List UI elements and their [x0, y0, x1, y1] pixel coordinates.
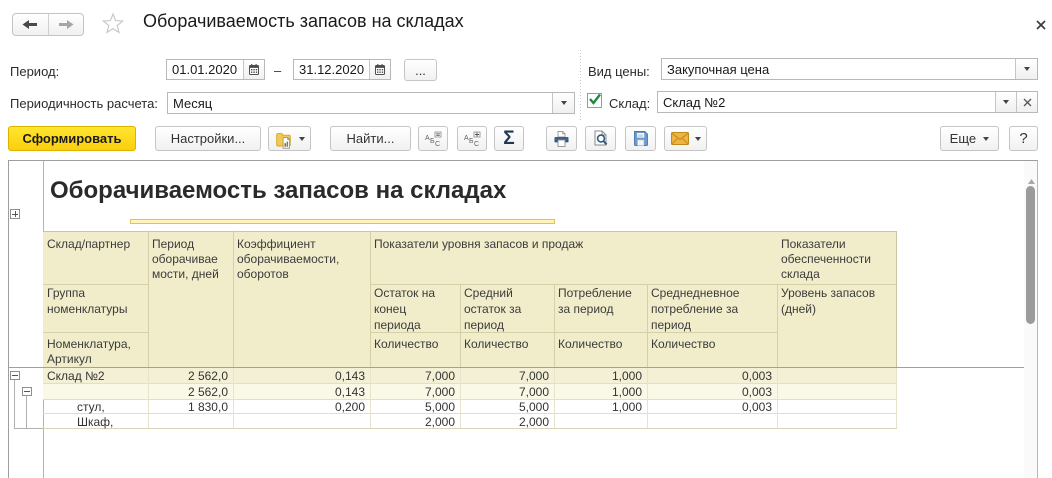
- svg-text:С: С: [474, 141, 479, 147]
- svg-text:С: С: [435, 141, 440, 147]
